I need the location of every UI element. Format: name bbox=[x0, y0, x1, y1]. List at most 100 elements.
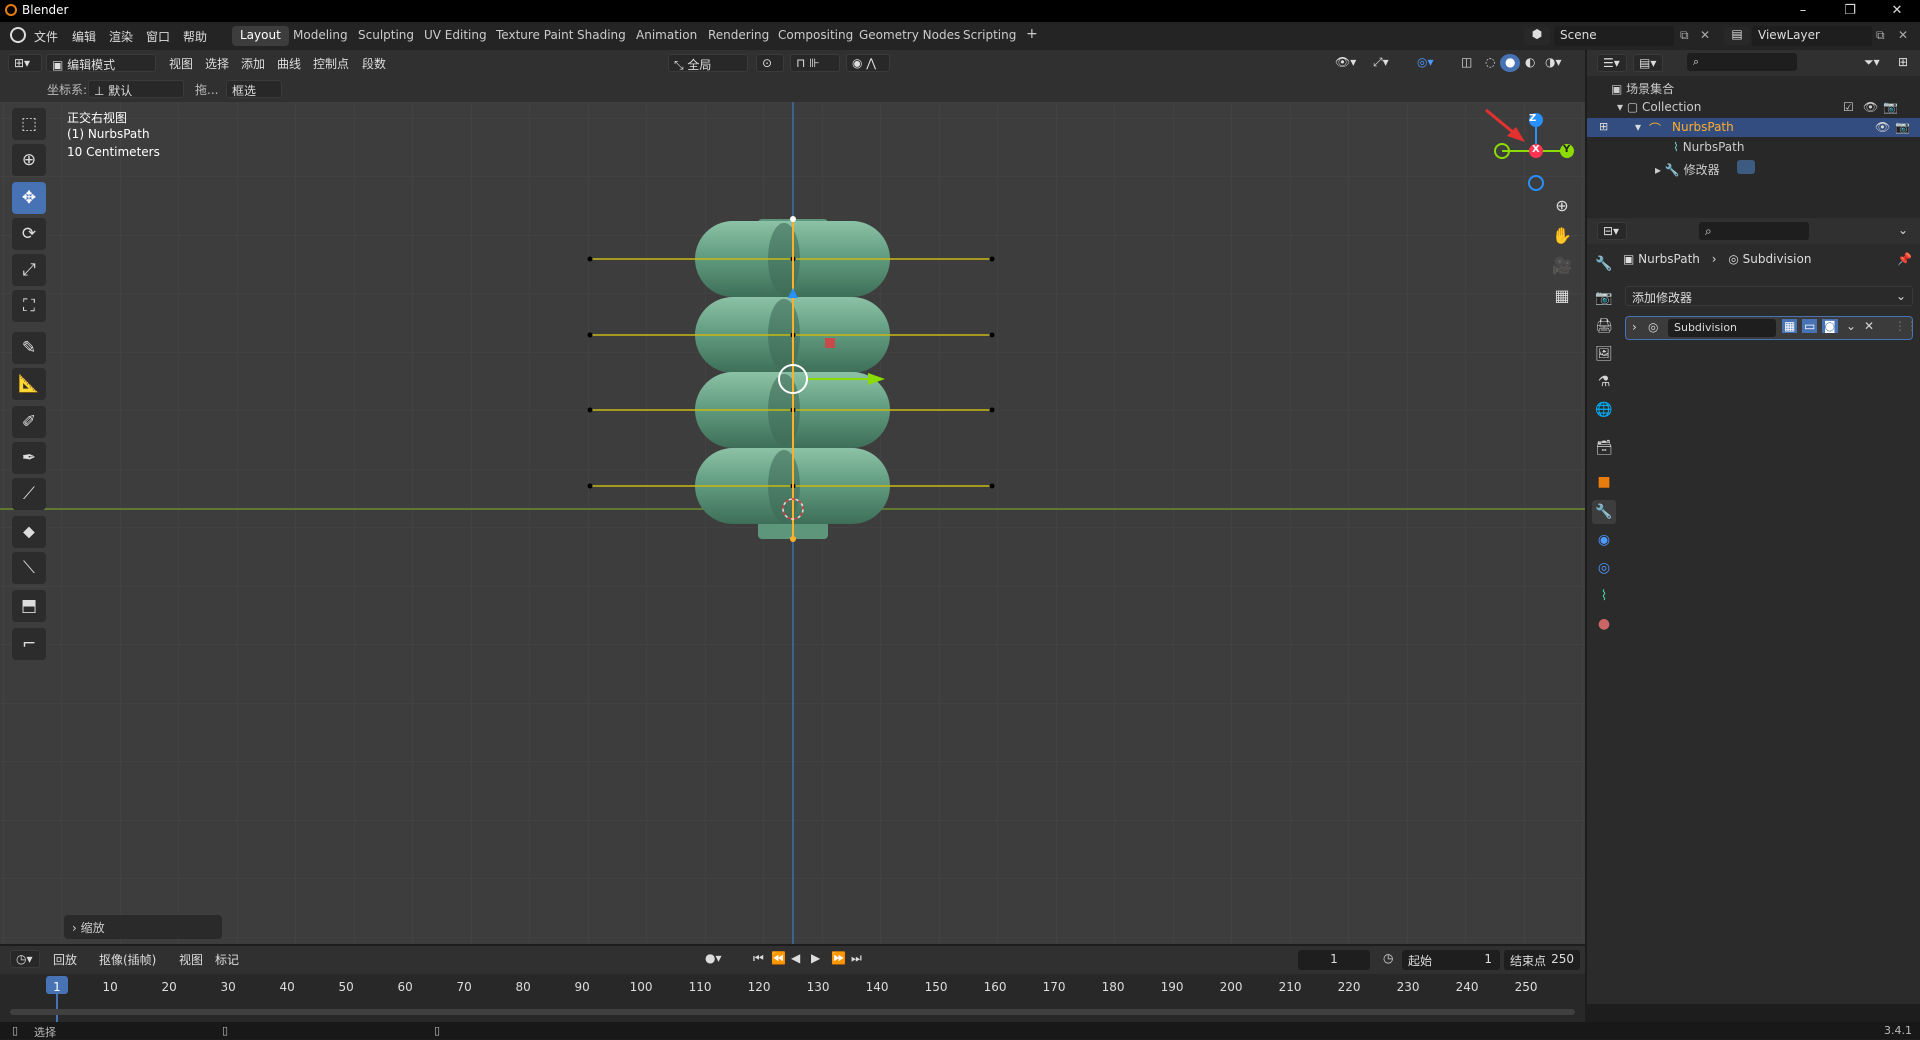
scale-tool-icon[interactable]: ⤢ bbox=[12, 254, 46, 286]
rotate-tool-icon[interactable]: ⟳ bbox=[12, 218, 46, 250]
scene-browse-icon[interactable]: ⬢ bbox=[1524, 27, 1550, 45]
subdivision-modifier-icon[interactable] bbox=[1737, 160, 1756, 174]
tab-rendering[interactable]: Rendering bbox=[700, 26, 777, 46]
menu-add[interactable]: 添加 bbox=[236, 54, 270, 72]
properties-options-icon[interactable]: ⌄ bbox=[1893, 222, 1913, 240]
camera-view-icon[interactable]: 🎥 bbox=[1548, 252, 1576, 280]
scene-collection-row[interactable]: ▣ 场景集合 bbox=[1611, 80, 1674, 97]
modifier-panel[interactable]: › ◎ Subdivision ▦ ▭ ◙ ⌄ ✕ ⋮⋮ bbox=[1625, 316, 1918, 340]
coord-system-dropdown[interactable]: ⊥ 默认 bbox=[88, 80, 184, 98]
physics-tab-icon[interactable]: ◎ bbox=[1592, 556, 1616, 580]
last-operation-panel[interactable]: › 缩放 bbox=[64, 915, 222, 939]
viewlayer-browse-icon[interactable]: ▤ bbox=[1724, 27, 1750, 45]
menu-file[interactable]: 文件 bbox=[34, 28, 58, 45]
object-eye-icon[interactable]: 👁 bbox=[1875, 120, 1890, 134]
wireframe-shading-icon[interactable]: ◌ bbox=[1480, 54, 1500, 72]
exclude-checkbox-icon[interactable]: ☑ bbox=[1843, 100, 1854, 114]
tab-layout[interactable]: Layout bbox=[232, 26, 289, 46]
properties-search-input[interactable]: ⌕ bbox=[1699, 222, 1809, 240]
menu-control-points[interactable]: 控制点 bbox=[308, 54, 354, 72]
menu-keying[interactable]: 抠像(插帧) bbox=[94, 950, 161, 968]
tab-compositing[interactable]: Compositing bbox=[770, 26, 861, 46]
x-axis-handle[interactable] bbox=[825, 338, 835, 348]
snap-icon[interactable]: ⊓ ⊪ bbox=[790, 54, 840, 72]
radius-tool-icon[interactable]: ⬥ bbox=[12, 516, 46, 548]
modifier-menu-icon[interactable]: ⌄ bbox=[1846, 319, 1856, 333]
modifier-tab-icon[interactable]: 🔧 bbox=[1592, 500, 1616, 524]
menu-segments[interactable]: 段数 bbox=[357, 54, 391, 72]
tab-uv-editing[interactable]: UV Editing bbox=[416, 26, 495, 46]
outliner-search-input[interactable]: ⌕ bbox=[1687, 53, 1797, 71]
drag-label[interactable]: 拖... bbox=[190, 80, 223, 98]
blender-menu-icon[interactable] bbox=[10, 27, 26, 43]
add-modifier-dropdown[interactable]: 添加修改器 ⌄ bbox=[1625, 286, 1913, 306]
tab-animation[interactable]: Animation bbox=[628, 26, 705, 46]
editmode-toggle-icon[interactable]: ▦ bbox=[1782, 319, 1798, 333]
gizmo-toggle-icon[interactable]: ⤢▾ bbox=[1368, 54, 1394, 72]
collection-row[interactable]: ▾ ▢ Collection ☑ 👁 📷 bbox=[1617, 100, 1917, 114]
tab-shading[interactable]: Shading bbox=[569, 26, 634, 46]
solid-shading-icon[interactable]: ● bbox=[1500, 54, 1521, 72]
expand-modifier-icon[interactable]: › bbox=[1632, 320, 1637, 334]
scene-name-field[interactable]: Scene bbox=[1554, 26, 1674, 46]
menu-help[interactable]: 帮助 bbox=[183, 28, 207, 45]
menu-view[interactable]: 视图 bbox=[164, 54, 198, 72]
overlays-toggle-icon[interactable]: ◎▾ bbox=[1412, 54, 1439, 72]
proportional-edit-icon[interactable]: ◉ ⋀ bbox=[846, 54, 890, 72]
menu-window[interactable]: 窗口 bbox=[146, 28, 170, 45]
delete-scene-icon[interactable]: ✕ bbox=[1700, 28, 1710, 42]
nurbspath-object-row[interactable]: ⊞ ▾ ⌒ NurbsPath 👁 📷 bbox=[1587, 118, 1920, 137]
start-frame-field[interactable]: 起始 1 bbox=[1402, 950, 1500, 970]
menu-edit[interactable]: 编辑 bbox=[72, 28, 96, 45]
annotate-tool-icon[interactable]: ✎ bbox=[12, 332, 46, 364]
pin-icon[interactable]: 📌 bbox=[1897, 252, 1912, 266]
tab-scripting[interactable]: Scripting bbox=[955, 26, 1024, 46]
transform-orientation-dropdown[interactable]: ⤡ 全局 bbox=[668, 54, 748, 72]
scene-tab-icon[interactable]: ⚗ bbox=[1592, 370, 1616, 394]
render-toggle-icon[interactable]: ◙ bbox=[1822, 319, 1838, 333]
viewport-toggle-icon[interactable]: ▭ bbox=[1802, 319, 1818, 333]
xray-toggle-icon[interactable]: ◫ bbox=[1456, 54, 1477, 72]
restore-button[interactable]: ❐ bbox=[1827, 0, 1873, 22]
viewport-canvas[interactable] bbox=[0, 102, 1585, 944]
pan-hand-icon[interactable]: ✋ bbox=[1548, 222, 1576, 250]
tab-geometry-nodes[interactable]: Geometry Nodes bbox=[851, 26, 968, 46]
measure-tool-icon[interactable]: 📐 bbox=[12, 368, 46, 400]
tab-modeling[interactable]: Modeling bbox=[285, 26, 356, 46]
cursor-tool-icon[interactable]: ⊕ bbox=[12, 144, 46, 176]
drag-handle-icon[interactable]: ⋮⋮ bbox=[1894, 319, 1918, 333]
viewlayer-name-field[interactable]: ViewLayer bbox=[1752, 26, 1872, 46]
material-tab-icon[interactable]: ● bbox=[1592, 612, 1616, 636]
select-box-icon[interactable]: ⬚ bbox=[12, 108, 46, 140]
ortho-toggle-icon[interactable]: ▦ bbox=[1548, 282, 1576, 310]
material-shading-icon[interactable]: ◐ bbox=[1520, 54, 1540, 72]
menu-playback[interactable]: 回放 bbox=[48, 950, 82, 968]
properties-editor-type-icon[interactable]: ⊟▾ bbox=[1597, 222, 1627, 240]
filter-icon[interactable]: ⏷▾ bbox=[1859, 54, 1885, 72]
close-button[interactable]: ✕ bbox=[1874, 0, 1920, 22]
zoom-icon[interactable]: ⊕ bbox=[1548, 192, 1576, 220]
transform-tool-icon[interactable]: ⛶ bbox=[12, 290, 46, 322]
tilt-tool-icon[interactable]: ⟍ bbox=[12, 552, 46, 584]
delete-viewlayer-icon[interactable]: ✕ bbox=[1898, 28, 1908, 42]
menu-render[interactable]: 渲染 bbox=[109, 28, 133, 45]
tab-texture-paint[interactable]: Texture Paint bbox=[488, 26, 581, 46]
minimize-button[interactable]: – bbox=[1780, 0, 1826, 22]
collection-tab-icon[interactable]: 🗃 bbox=[1592, 436, 1616, 460]
menu-select[interactable]: 选择 bbox=[200, 54, 234, 72]
modifiers-row[interactable]: ▸ 🔧 修改器 bbox=[1655, 160, 1756, 178]
output-tab-icon[interactable]: 🖨 bbox=[1592, 314, 1616, 338]
visibility-eye-icon[interactable]: 👁 bbox=[1863, 100, 1878, 114]
extrude-curve-icon[interactable]: ⟋ bbox=[12, 478, 46, 510]
mode-dropdown[interactable]: ▣ 编辑模式 bbox=[46, 54, 156, 72]
selected-point-top[interactable] bbox=[790, 216, 796, 222]
rendered-shading-icon[interactable]: ◑▾ bbox=[1540, 54, 1567, 72]
display-mode-icon[interactable]: ▤▾ bbox=[1633, 54, 1663, 72]
menu-curve[interactable]: 曲线 bbox=[272, 54, 306, 72]
particles-tab-icon[interactable]: ◉ bbox=[1592, 528, 1616, 552]
render-tab-icon[interactable]: 📷 bbox=[1592, 286, 1616, 310]
selected-point-bottom[interactable] bbox=[790, 536, 796, 542]
curve-pen-icon[interactable]: ✒ bbox=[12, 442, 46, 474]
object-camera-icon[interactable]: 📷 bbox=[1895, 120, 1910, 134]
extrude-tool-icon[interactable]: ⌐ bbox=[12, 628, 46, 660]
